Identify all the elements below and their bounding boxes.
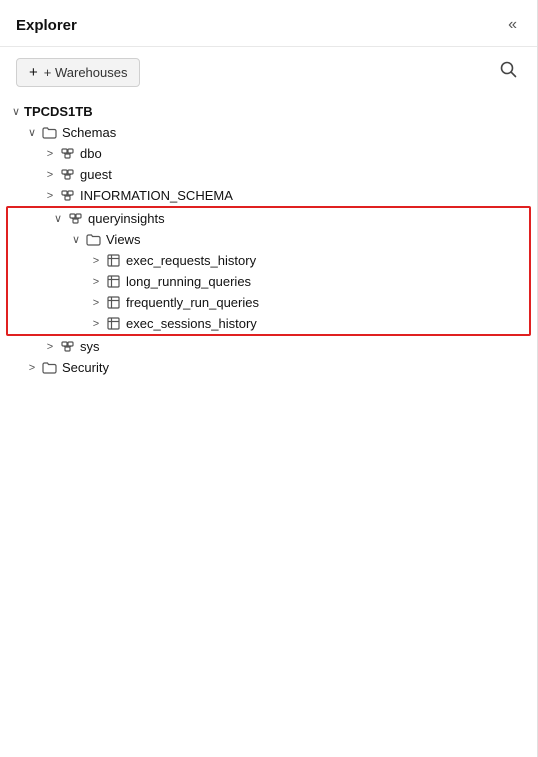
chevron-guest: [42, 169, 58, 181]
tree-container: TPCDS1TB Schemas: [0, 97, 537, 757]
tree-row-security[interactable]: Security: [0, 357, 537, 378]
add-warehouses-button[interactable]: + + Warehouses: [16, 58, 140, 87]
information-schema-label: INFORMATION_SCHEMA: [80, 188, 233, 203]
tree-row-exec-sessions-history[interactable]: exec_sessions_history: [8, 313, 529, 334]
chevron-exec-sessions-history: [88, 318, 104, 330]
tree-row-information-schema[interactable]: INFORMATION_SCHEMA: [0, 185, 537, 206]
tree-row-dbo[interactable]: dbo: [0, 143, 537, 164]
chevron-information-schema: [42, 190, 58, 202]
tree-row-long-running-queries[interactable]: long_running_queries: [8, 271, 529, 292]
plus-icon: +: [29, 64, 38, 81]
schema-icon-sys: [58, 339, 76, 354]
view-icon-long-running-queries: [104, 274, 122, 289]
add-warehouses-label: + Warehouses: [44, 65, 128, 80]
schemas-label: Schemas: [62, 125, 116, 140]
folder-icon-schemas: [40, 125, 58, 140]
chevron-security: [24, 362, 40, 374]
panel-header: Explorer «: [0, 0, 537, 47]
search-button[interactable]: [496, 57, 521, 87]
dbo-label: dbo: [80, 146, 102, 161]
tree-row-views[interactable]: Views: [8, 229, 529, 250]
queryinsights-label: queryinsights: [88, 211, 165, 226]
collapse-button[interactable]: «: [504, 14, 521, 36]
tree-row-schemas[interactable]: Schemas: [0, 122, 537, 143]
sys-label: sys: [80, 339, 100, 354]
view-icon-frequently-run-queries: [104, 295, 122, 310]
chevron-sys: [42, 341, 58, 353]
tree-row-sys[interactable]: sys: [0, 336, 537, 357]
explorer-panel: Explorer « + + Warehouses TPCDS1TB: [0, 0, 538, 757]
view-icon-exec-sessions-history: [104, 316, 122, 331]
highlight-box: queryinsights Views: [6, 206, 531, 336]
long-running-queries-label: long_running_queries: [126, 274, 251, 289]
tree-row-exec-requests-history[interactable]: exec_requests_history: [8, 250, 529, 271]
chevron-frequently-run-queries: [88, 297, 104, 309]
folder-icon-views: [84, 232, 102, 247]
schema-icon-information-schema: [58, 188, 76, 203]
exec-sessions-history-label: exec_sessions_history: [126, 316, 257, 331]
panel-title: Explorer: [16, 17, 77, 34]
views-label: Views: [106, 232, 140, 247]
schema-icon-queryinsights: [66, 211, 84, 226]
search-icon: [500, 61, 517, 78]
schema-icon-dbo: [58, 146, 76, 161]
folder-icon-security: [40, 360, 58, 375]
chevron-tpcds1tb: [8, 105, 24, 118]
guest-label: guest: [80, 167, 112, 182]
frequently-run-queries-label: frequently_run_queries: [126, 295, 259, 310]
chevron-dbo: [42, 148, 58, 160]
toolbar: + + Warehouses: [0, 47, 537, 97]
chevron-exec-requests-history: [88, 255, 104, 267]
tree-node-tpcds1tb: TPCDS1TB Schemas: [0, 101, 537, 378]
security-label: Security: [62, 360, 109, 375]
tree-row-tpcds1tb[interactable]: TPCDS1TB: [0, 101, 537, 122]
tree-row-frequently-run-queries[interactable]: frequently_run_queries: [8, 292, 529, 313]
exec-requests-history-label: exec_requests_history: [126, 253, 256, 268]
tree-node-schemas: Schemas: [0, 122, 537, 357]
chevron-long-running-queries: [88, 276, 104, 288]
view-icon-exec-requests-history: [104, 253, 122, 268]
tree-row-queryinsights[interactable]: queryinsights: [8, 208, 529, 229]
chevron-schemas: [24, 126, 40, 139]
tpcds1tb-label: TPCDS1TB: [24, 104, 93, 119]
tree-node-views: Views: [8, 229, 529, 334]
chevron-views: [68, 233, 84, 246]
chevron-queryinsights: [50, 212, 66, 225]
schema-icon-guest: [58, 167, 76, 182]
tree-row-guest[interactable]: guest: [0, 164, 537, 185]
